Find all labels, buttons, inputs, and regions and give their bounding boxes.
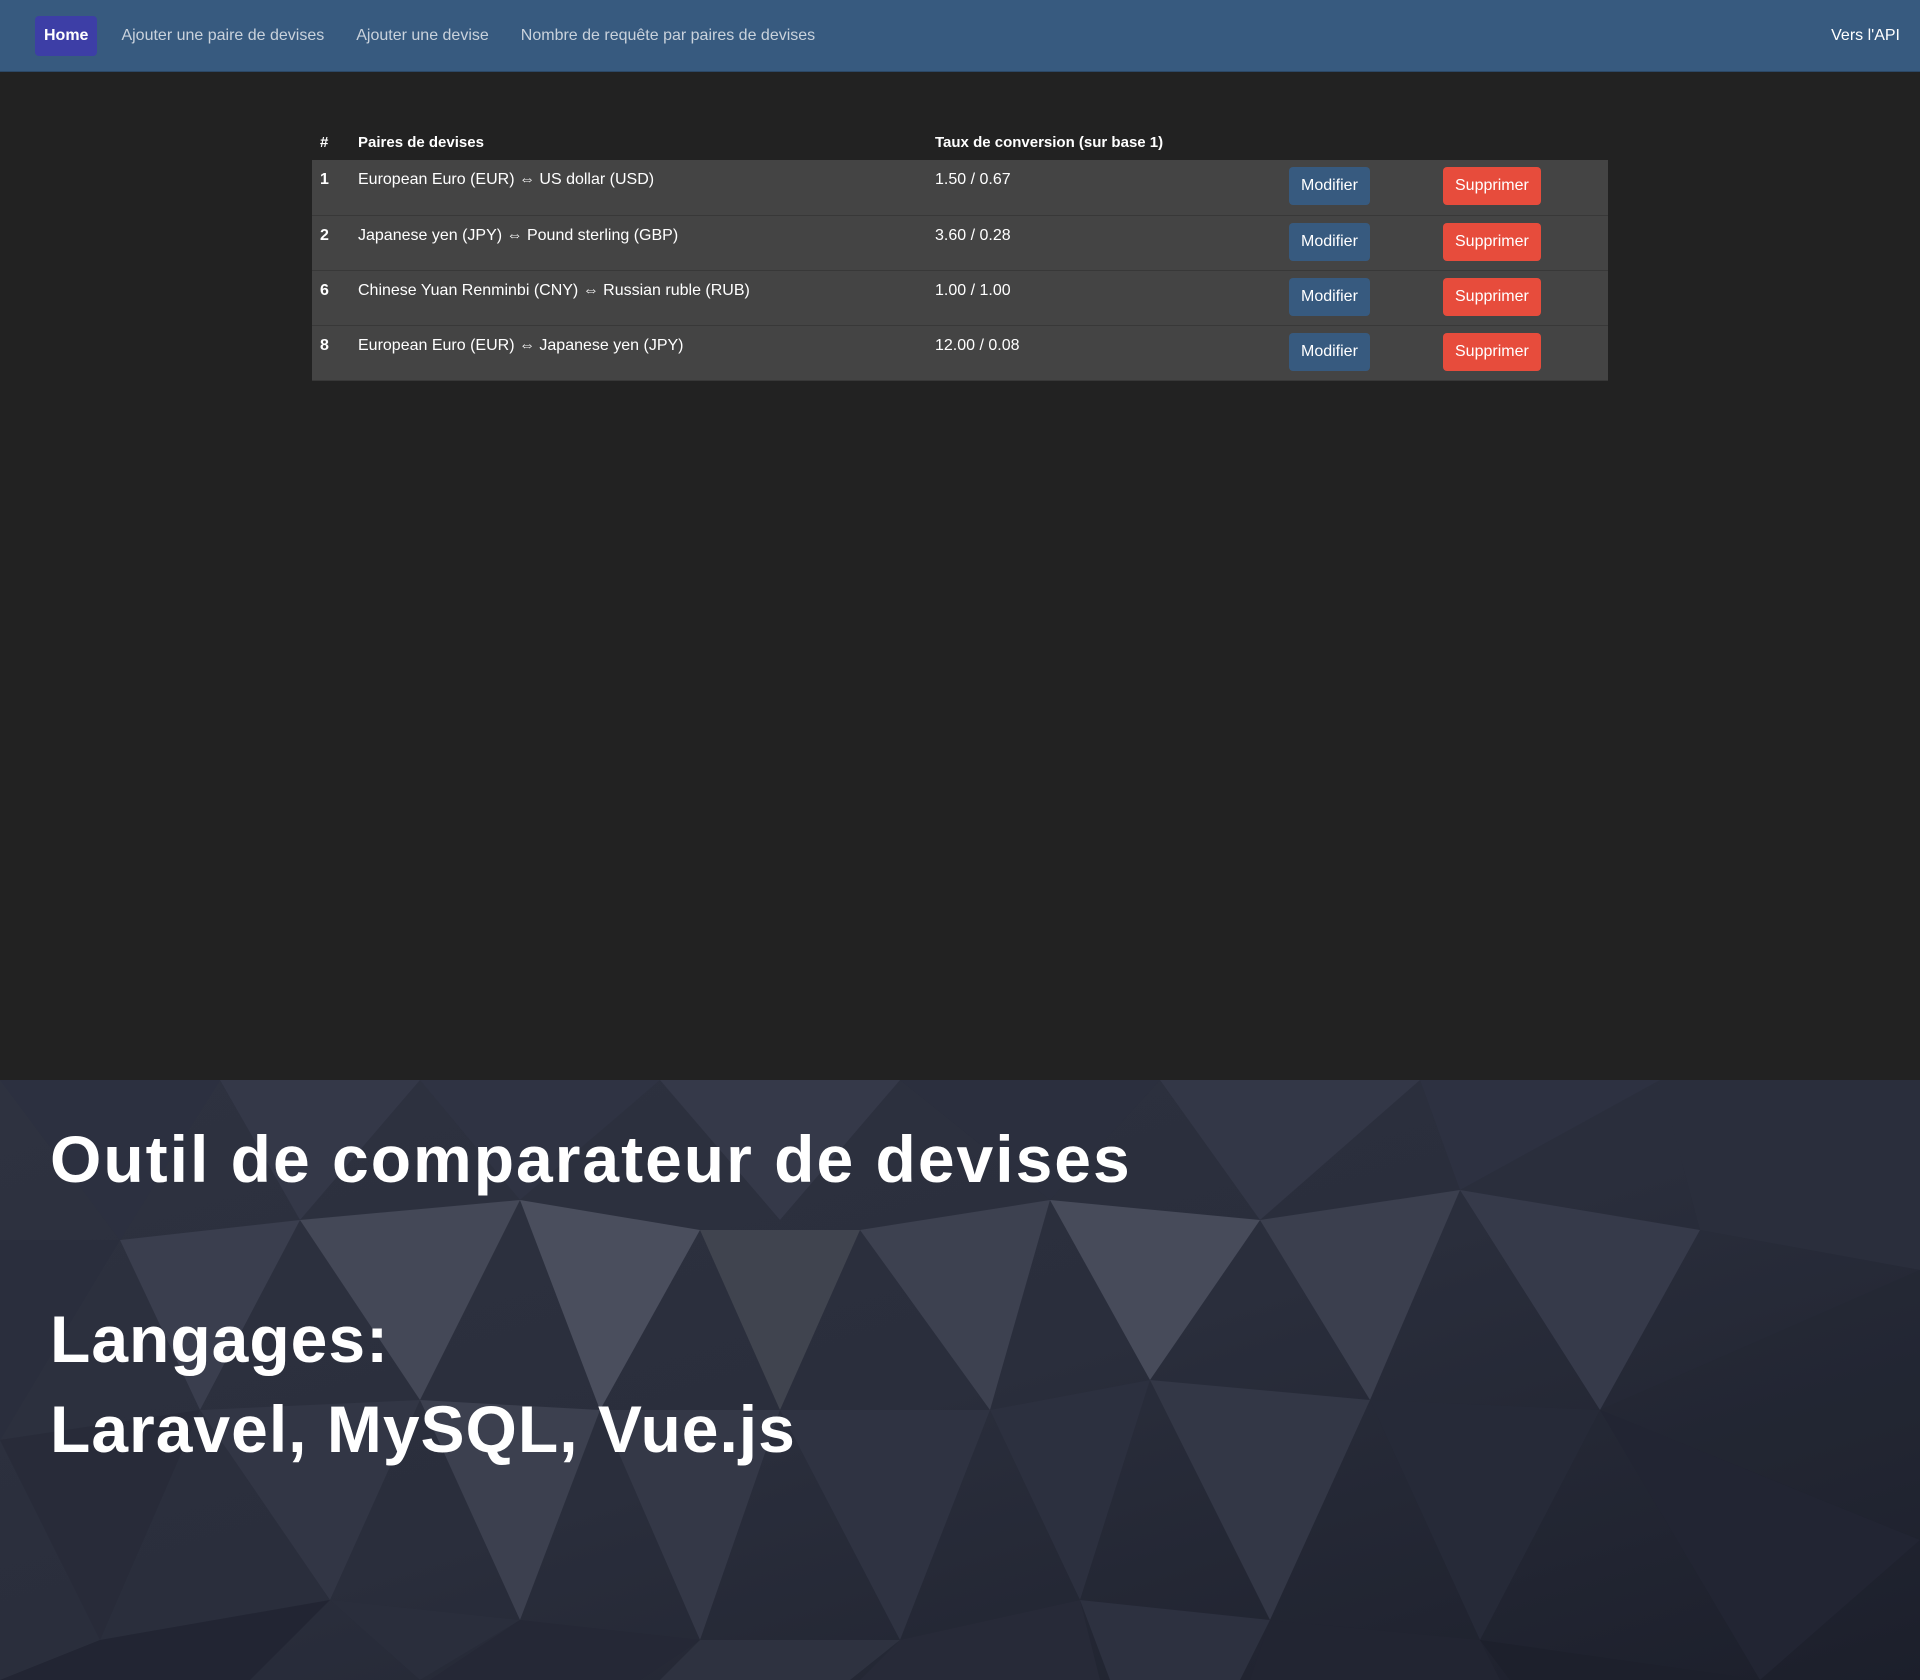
currency-pairs-table-container: # Paires de devises Taux de conversion (…: [312, 124, 1608, 381]
header-pair: Paires de devises: [358, 133, 484, 151]
table-row: 6 Chinese Yuan Renminbi (CNY) ⇔ Russian …: [312, 270, 1608, 325]
row-rate: 1.00 / 1.00: [935, 281, 1011, 299]
table-row: 1 European Euro (EUR) ⇔ US dollar (USD) …: [312, 160, 1608, 215]
row-pair: European Euro (EUR) ⇔ US dollar (USD): [358, 171, 655, 188]
row-edit-cell: Modifier: [1281, 215, 1435, 270]
nav-home-link[interactable]: Home: [35, 15, 98, 56]
row-delete-cell: Supprimer: [1435, 215, 1608, 270]
row-pair: European Euro (EUR) ⇔ Japanese yen (JPY): [358, 336, 684, 354]
row-id: 2: [320, 226, 329, 244]
currency-pairs-table: # Paires de devises Taux de conversion (…: [312, 124, 1608, 381]
nav-add-currency-link[interactable]: Ajouter une devise: [356, 27, 489, 44]
row-rate: 3.60 / 0.28: [935, 226, 1011, 244]
navbar: Home Ajouter une paire de devises Ajoute…: [0, 0, 1920, 72]
row-rate: 12.00 / 0.08: [935, 336, 1020, 354]
delete-button[interactable]: Supprimer: [1443, 332, 1541, 371]
row-id: 8: [320, 336, 329, 354]
row-delete-cell: Supprimer: [1435, 160, 1608, 215]
header-edit: [1281, 124, 1435, 160]
delete-button[interactable]: Supprimer: [1443, 167, 1541, 205]
edit-button[interactable]: Modifier: [1289, 222, 1370, 261]
header-rate: Taux de conversion (sur base 1): [935, 133, 1164, 151]
table-row: 8 European Euro (EUR) ⇔ Japanese yen (JP…: [312, 325, 1608, 380]
banner-languages-label: Langages:: [50, 1302, 390, 1376]
row-edit-cell: Modifier: [1281, 160, 1435, 215]
edit-button[interactable]: Modifier: [1289, 277, 1370, 316]
row-pair: Chinese Yuan Renminbi (CNY) ⇔ Russian ru…: [358, 281, 750, 299]
row-delete-cell: Supprimer: [1435, 270, 1608, 325]
row-edit-cell: Modifier: [1281, 325, 1435, 380]
edit-button[interactable]: Modifier: [1289, 167, 1370, 205]
edit-button[interactable]: Modifier: [1289, 332, 1370, 371]
nav-add-pair-link[interactable]: Ajouter une paire de devises: [121, 27, 324, 44]
delete-button[interactable]: Supprimer: [1443, 222, 1541, 261]
table-row: 2 Japanese yen (JPY) ⇔ Pound sterling (G…: [312, 215, 1608, 270]
header-number: #: [320, 133, 329, 151]
banner-title: Outil de comparateur de devises: [50, 1122, 1132, 1196]
banner-languages: Laravel, MySQL, Vue.js: [50, 1392, 796, 1466]
row-rate: 1.50 / 0.67: [935, 171, 1011, 188]
row-delete-cell: Supprimer: [1435, 325, 1608, 380]
row-id: 1: [320, 171, 329, 188]
header-delete: [1435, 124, 1608, 160]
row-edit-cell: Modifier: [1281, 270, 1435, 325]
nav-requests-link[interactable]: Nombre de requête par paires de devises: [521, 27, 815, 44]
table-header-row: # Paires de devises Taux de conversion (…: [312, 124, 1608, 160]
row-pair: Japanese yen (JPY) ⇔ Pound sterling (GBP…: [358, 226, 679, 244]
row-id: 6: [320, 281, 329, 299]
nav-api-link[interactable]: Vers l'API: [1831, 27, 1900, 44]
delete-button[interactable]: Supprimer: [1443, 277, 1541, 316]
project-banner: Outil de comparateur de devises Langages…: [0, 1080, 1920, 1680]
